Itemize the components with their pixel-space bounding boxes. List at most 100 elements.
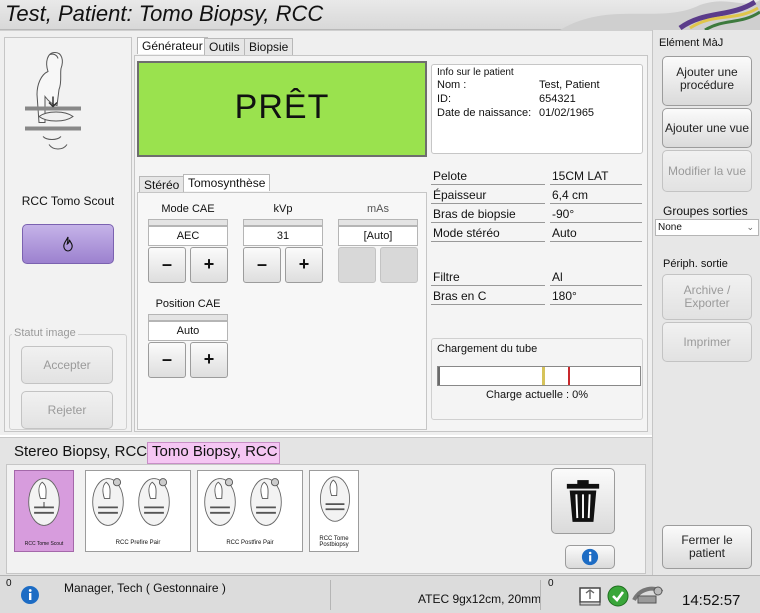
thumbnail-label: RCC Tome Scout: [24, 541, 64, 547]
mas-label: mAs: [367, 203, 389, 215]
patient-info-header: Info sur le patient: [437, 67, 514, 78]
breast-view-icon: [28, 478, 60, 526]
info-icon[interactable]: [20, 585, 40, 605]
view-name: RCC Tomo Scout: [21, 194, 115, 208]
mas-plus-button: [380, 247, 418, 283]
position-cae-value: Auto: [148, 321, 228, 341]
current-user: Manager, Tech ( Gestonnaire ): [64, 581, 226, 595]
tube-loading-box: Chargement du tube Charge actuelle : 0%: [431, 338, 643, 420]
kvp-top: [243, 219, 323, 226]
title-decoration: [560, 0, 760, 30]
output-groups-select[interactable]: None ⌄: [655, 219, 759, 236]
thumbnail-prefire-pair[interactable]: RCC Prefire Pair: [85, 470, 191, 552]
network-icon[interactable]: [578, 585, 602, 607]
ready-text: PRÊT: [234, 88, 330, 126]
param-label: Pelote: [431, 167, 545, 185]
generator-panel: PRÊT Info sur le patient Nom : Test, Pat…: [134, 55, 648, 432]
param-row-filtre: Filtre Al: [431, 268, 643, 287]
tab-tools[interactable]: Outils: [204, 38, 245, 55]
collimator-info: ATEC 9gx12cm, 20mm: [418, 592, 542, 606]
window-title: Test, Patient: Tomo Biopsy, RCC: [5, 1, 324, 26]
gantry-icon[interactable]: [630, 582, 666, 608]
archive-export-button[interactable]: Archive / Exporter: [662, 274, 752, 320]
mode-cae-value: AEC: [148, 226, 228, 246]
output-groups-value: None: [658, 222, 682, 233]
clock: 14:52:57: [682, 592, 741, 609]
mas-value: [Auto]: [338, 226, 418, 246]
procedure-area: Stereo Biopsy, RCC Tomo Biopsy, RCC RCC …: [0, 437, 652, 575]
delete-view-button[interactable]: [551, 468, 615, 534]
thumbnail-label: RCC Postfire Pair: [226, 540, 274, 546]
procedure-tab-stereo[interactable]: Stereo Biopsy, RCC: [14, 443, 147, 463]
param-row-epaisseur: Épaisseur 6,4 cm: [431, 186, 643, 205]
tube-warning-mark: [542, 367, 545, 385]
param-value: 6,4 cm: [550, 186, 642, 204]
image-status-label: Statut image: [12, 327, 78, 339]
param-value: -90°: [550, 205, 642, 223]
chevron-down-icon: ⌄: [746, 222, 754, 232]
position-cae-plus-button[interactable]: +: [190, 342, 228, 378]
mode-cae-minus-button[interactable]: –: [148, 247, 186, 283]
tab-generator[interactable]: Générateur: [137, 37, 208, 54]
mode-cae-top: [148, 219, 228, 226]
kvp-minus-button[interactable]: –: [243, 247, 281, 283]
patient-info-box: Info sur le patient Nom : Test, Patient …: [431, 64, 643, 154]
close-patient-button[interactable]: Fermer le patient: [662, 525, 752, 569]
add-procedure-button[interactable]: Ajouter une procédure: [662, 56, 752, 106]
element-header: Elément MàJ: [659, 37, 724, 49]
position-cae-label: Position CAE: [155, 298, 221, 310]
mode-cae-plus-button[interactable]: +: [190, 247, 228, 283]
kvp-plus-button[interactable]: +: [285, 247, 323, 283]
procedure-tab-tomo[interactable]: Tomo Biopsy, RCC: [147, 442, 280, 464]
main-area: RCC Tomo Scout Statut image Accepter Rej…: [0, 30, 652, 435]
param-label: Bras en C: [431, 287, 545, 305]
tube-limit-mark: [568, 367, 570, 385]
status-bar: 0 Manager, Tech ( Gestonnaire ) ATEC 9gx…: [0, 575, 760, 613]
output-groups-label: Groupes sorties: [663, 204, 748, 218]
print-button[interactable]: Imprimer: [662, 322, 752, 362]
breast-view-icon: [250, 478, 282, 526]
thumbnail-tomo-scout[interactable]: RCC Tome Scout: [14, 470, 74, 552]
output-device-label: Périph. sortie: [663, 258, 728, 270]
ready-indicator: PRÊT: [137, 61, 427, 157]
subtab-stereo[interactable]: Stéréo: [139, 176, 185, 193]
mas-top: [338, 219, 418, 226]
param-value: 180°: [550, 287, 642, 305]
param-row-bras-c: Bras en C 180°: [431, 287, 643, 306]
alert-count-right: 0: [548, 578, 554, 589]
expose-button[interactable]: [22, 224, 114, 264]
breast-view-icon: [92, 478, 124, 526]
thumbnail-postfire-pair[interactable]: RCC Postfire Pair: [197, 470, 303, 552]
tube-charge-text: Charge actuelle : 0%: [485, 389, 589, 401]
tab-biopsy[interactable]: Biopsie: [244, 38, 294, 55]
param-label: Épaisseur: [431, 186, 545, 204]
kvp-value: 31: [243, 226, 323, 246]
kvp-label: kVp: [273, 203, 293, 215]
patient-id-value: 654321: [539, 93, 576, 105]
right-panel: Elément MàJ Ajouter une procédure Ajoute…: [652, 30, 760, 575]
param-value: Auto: [550, 224, 642, 242]
alert-count-left: 0: [6, 578, 12, 589]
reject-button[interactable]: Rejeter: [21, 391, 113, 429]
param-row-pelote: Pelote 15CM LAT: [431, 167, 643, 186]
status-ok-icon[interactable]: [607, 585, 629, 607]
breast-view-icon: [138, 478, 170, 526]
position-cae-minus-button[interactable]: –: [148, 342, 186, 378]
modify-view-button[interactable]: Modifier la vue: [662, 150, 752, 192]
param-value: 15CM LAT: [550, 167, 642, 185]
view-illustration: [25, 51, 81, 150]
exposure-controls-panel: Mode CAE AEC – + kVp 31 – + mAs [Auto] P…: [137, 192, 427, 430]
patient-name-label: Nom :: [437, 79, 467, 91]
accept-button[interactable]: Accepter: [21, 346, 113, 384]
subtab-tomo[interactable]: Tomosynthèse: [183, 174, 271, 191]
title-bar: Test, Patient: Tomo Biopsy, RCC: [0, 0, 760, 30]
patient-dob-label: Date de naissance:: [437, 107, 532, 119]
mode-cae-label: Mode CAE: [161, 203, 215, 215]
param-row-mode-stereo: Mode stéréo Auto: [431, 224, 643, 243]
breast-view-icon: [204, 478, 236, 526]
add-view-button[interactable]: Ajouter une vue: [662, 108, 752, 148]
info-button[interactable]: [565, 545, 615, 569]
thumbnail-label: RCC Tome Postbiopsy: [319, 536, 349, 548]
thumbnail-tome-postbiopsy[interactable]: RCC Tome Postbiopsy: [309, 470, 359, 552]
param-label: Filtre: [431, 268, 545, 286]
